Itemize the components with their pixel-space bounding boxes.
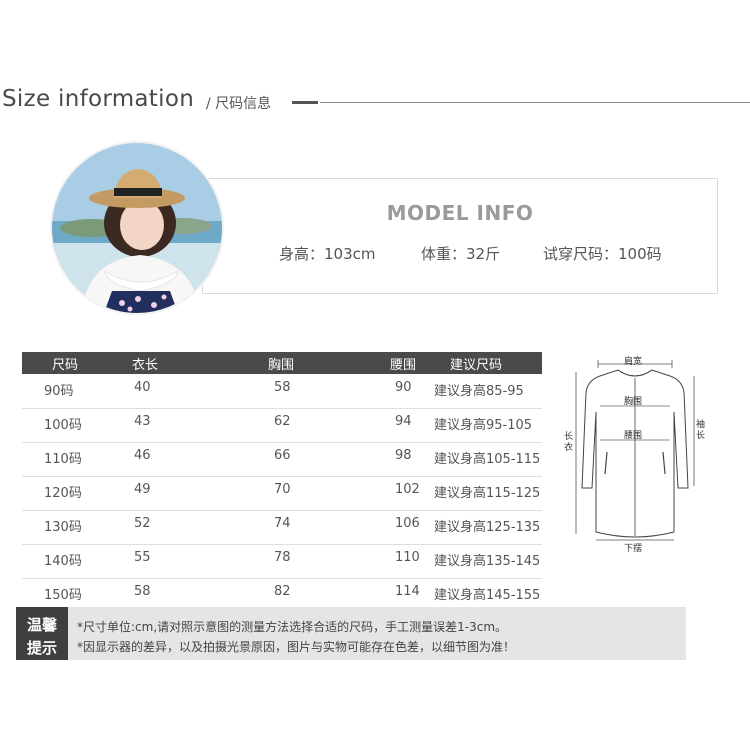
- header-length: 衣长: [132, 358, 159, 373]
- cell-suggested: 建议身高145-155: [434, 588, 541, 603]
- table-row: 120码 49 70 102 建议身高115-125: [22, 476, 542, 511]
- label-hem: 下摆: [624, 544, 643, 554]
- table-row: 140码 55 78 110 建议身高135-145: [22, 544, 542, 579]
- model-info-card: MODEL INFO 身高：103cm 体重：32斤 试穿尺码：100码: [202, 178, 718, 294]
- label-length: 长衣: [564, 432, 574, 453]
- tip-measurement: *尺寸单位:cm,请对照示意图的测量方法选择合适的尺码，手工测量误差1-3cm。: [77, 620, 508, 634]
- cell-length: 46: [134, 448, 151, 463]
- cell-size: 130码: [44, 520, 82, 535]
- header-chest: 胸围: [268, 358, 295, 373]
- cell-length: 43: [134, 414, 151, 429]
- table-row: 130码 52 74 106 建议身高125-135: [22, 510, 542, 545]
- cell-chest: 74: [274, 516, 291, 531]
- cell-waist: 102: [395, 482, 420, 497]
- cell-size: 140码: [44, 554, 82, 569]
- cell-chest: 58: [274, 380, 291, 395]
- model-trial-size: 试穿尺码：100码: [543, 245, 662, 263]
- cell-size: 120码: [44, 486, 82, 501]
- cell-length: 52: [134, 516, 151, 531]
- cell-chest: 78: [274, 550, 291, 565]
- cell-waist: 110: [395, 550, 420, 565]
- cell-size: 90码: [44, 384, 74, 399]
- label-chest: 胸围: [624, 397, 643, 407]
- cell-length: 58: [134, 584, 151, 599]
- cell-length: 49: [134, 482, 151, 497]
- model-photo-illustration: [52, 143, 222, 313]
- cell-waist: 98: [395, 448, 412, 463]
- model-photo: [52, 143, 222, 313]
- label-waist: 腰围: [624, 431, 643, 441]
- cell-waist: 114: [395, 584, 420, 599]
- cell-suggested: 建议身高135-145: [434, 554, 541, 569]
- cell-chest: 66: [274, 448, 291, 463]
- model-info-title: MODEL INFO: [386, 201, 534, 225]
- size-table-header: 尺码 衣长 胸围 腰围 建议尺码: [22, 352, 542, 374]
- cell-suggested: 建议身高125-135: [434, 520, 541, 535]
- header-accent-bar: [292, 101, 318, 104]
- header-waist: 腰围: [390, 358, 417, 373]
- cell-chest: 62: [274, 414, 291, 429]
- header-size: 尺码: [52, 358, 79, 373]
- cell-chest: 82: [274, 584, 291, 599]
- cell-size: 150码: [44, 588, 82, 603]
- cell-length: 55: [134, 550, 151, 565]
- label-sleeve: 袖长: [696, 420, 706, 441]
- label-shoulder: 肩宽: [624, 357, 643, 367]
- cell-suggested: 建议身高105-115: [434, 452, 541, 467]
- tips-label-line-1: 温馨: [26, 616, 57, 634]
- table-row: 100码 43 62 94 建议身高95-105: [22, 408, 542, 443]
- header-suggested: 建议尺码: [450, 358, 503, 373]
- header-rule: [320, 102, 750, 103]
- model-weight: 体重：32斤: [421, 245, 501, 263]
- section-subtitle: / 尺码信息: [206, 96, 272, 112]
- coat-outline-illustration: [575, 360, 695, 541]
- model-height: 身高：103cm: [279, 245, 376, 263]
- cell-size: 110码: [44, 452, 82, 467]
- cell-chest: 70: [274, 482, 291, 497]
- cell-suggested: 建议身高85-95: [434, 384, 524, 399]
- cell-waist: 94: [395, 414, 412, 429]
- cell-waist: 106: [395, 516, 420, 531]
- tips-label: 温馨 提示: [16, 607, 68, 660]
- section-title: Size information: [2, 86, 195, 112]
- cell-waist: 90: [395, 380, 412, 395]
- tip-color-difference: *因显示器的差异，以及拍摄光景原因，图片与实物可能存在色差，以细节图为准！: [77, 640, 516, 654]
- tips-box: 温馨 提示 *尺寸单位:cm,请对照示意图的测量方法选择合适的尺码，手工测量误差…: [16, 607, 686, 660]
- section-header: Size information / 尺码信息: [0, 86, 750, 116]
- table-row: 90码 40 58 90 建议身高85-95: [22, 374, 542, 409]
- table-row: 110码 46 66 98 建议身高105-115: [22, 442, 542, 477]
- cell-size: 100码: [44, 418, 82, 433]
- cell-suggested: 建议身高115-125: [434, 486, 541, 501]
- cell-length: 40: [134, 380, 151, 395]
- cell-suggested: 建议身高95-105: [434, 418, 533, 433]
- tips-label-line-2: 提示: [26, 639, 57, 657]
- garment-diagram: 肩宽 胸围 腰围 长衣 袖长 下摆: [560, 352, 710, 554]
